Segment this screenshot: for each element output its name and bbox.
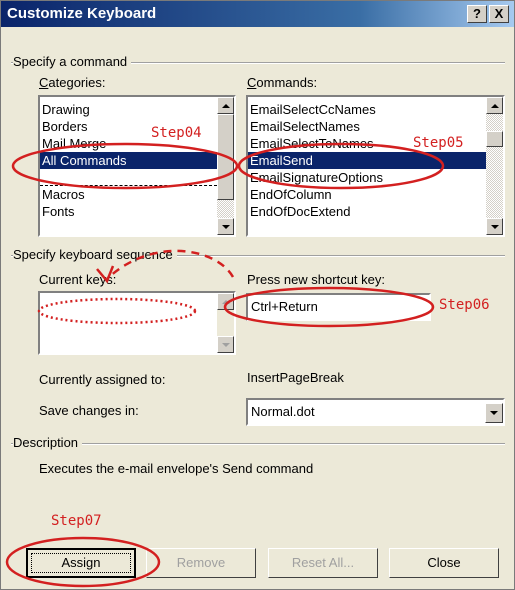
categories-highlight-ellipse <box>11 142 239 190</box>
dashed-arrow-path <box>106 249 235 280</box>
assign-highlight-ellipse <box>5 536 161 588</box>
arrow-head <box>96 265 115 284</box>
current-keys-dotted-ellipse <box>37 297 197 325</box>
shortcut-highlight-ellipse <box>223 286 435 328</box>
customize-keyboard-dialog: Customize Keyboard ? X Specify a command… <box>0 0 515 590</box>
commands-highlight-ellipse <box>237 142 445 190</box>
annotation-overlay <box>5 142 445 588</box>
